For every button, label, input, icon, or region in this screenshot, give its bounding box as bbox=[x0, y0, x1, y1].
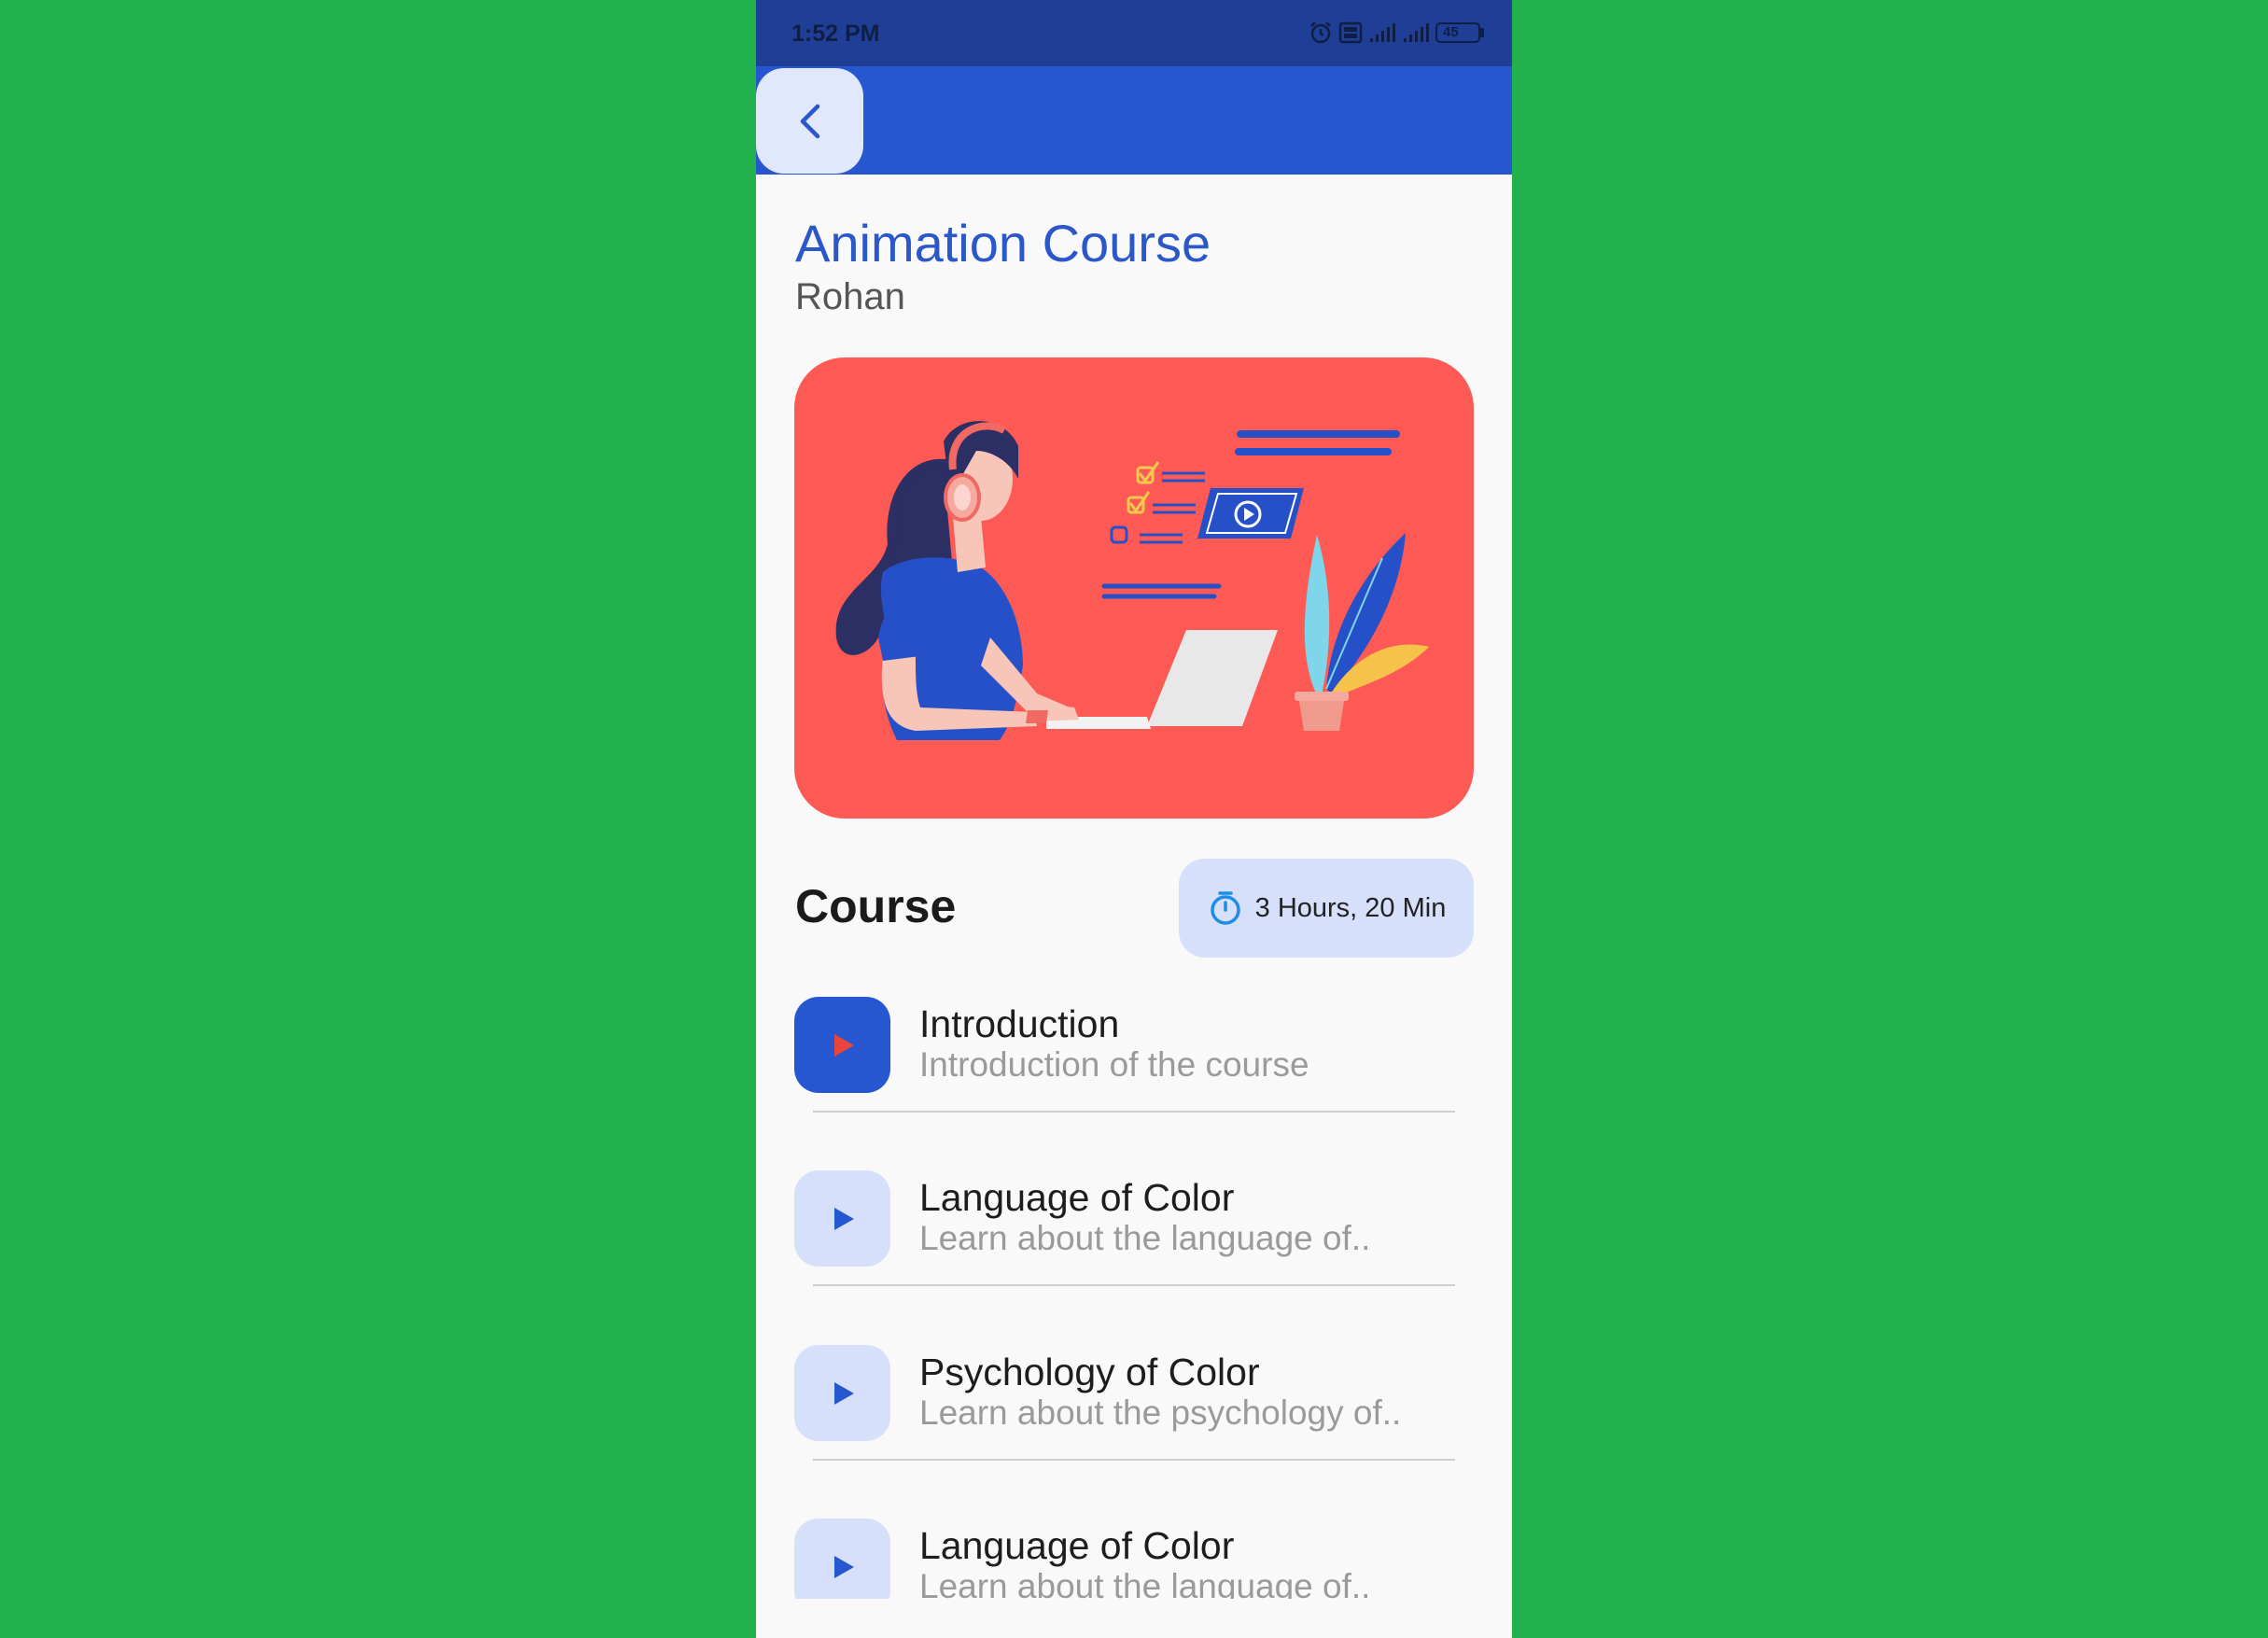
lesson-title: Psychology of Color bbox=[919, 1351, 1260, 1393]
list-clip-edge bbox=[756, 1599, 1512, 1638]
lesson-item-introduction[interactable]: Introduction Introduction of the course bbox=[794, 997, 1474, 1170]
plant-graphic bbox=[1295, 533, 1429, 731]
play-button[interactable] bbox=[794, 1345, 890, 1441]
play-icon bbox=[833, 1381, 854, 1405]
app-bar bbox=[756, 66, 1512, 175]
play-icon bbox=[833, 1033, 854, 1057]
back-button[interactable] bbox=[756, 68, 863, 174]
course-title: Animation Course bbox=[795, 214, 1211, 273]
stopwatch-icon bbox=[1210, 891, 1240, 925]
duration-text: 3 Hours, 20 Min bbox=[1254, 892, 1447, 923]
course-illustration bbox=[794, 357, 1474, 819]
play-button[interactable] bbox=[794, 997, 890, 1093]
duration-chip: 3 Hours, 20 Min bbox=[1179, 859, 1474, 958]
chevron-left-icon bbox=[800, 104, 819, 138]
lesson-subtitle: Learn about the language of.. bbox=[919, 1219, 1371, 1257]
play-button[interactable] bbox=[794, 1170, 890, 1267]
signal-icon-2 bbox=[1404, 23, 1429, 42]
phone-screen: 1:52 PM 45 Animation Course Rohan Course… bbox=[756, 0, 1512, 1638]
course-author: Rohan bbox=[795, 276, 905, 317]
status-icons: 45 bbox=[1309, 19, 1484, 47]
volte-icon bbox=[1338, 21, 1363, 44]
divider bbox=[813, 1284, 1455, 1286]
alarm-icon bbox=[1310, 21, 1331, 44]
laptop bbox=[1147, 630, 1278, 726]
lesson-title: Introduction bbox=[919, 1002, 1120, 1045]
lesson-item-psychology-of-color[interactable]: Psychology of Color Learn about the psyc… bbox=[794, 1345, 1474, 1519]
lesson-item-language-of-color[interactable]: Language of Color Learn about the langua… bbox=[794, 1170, 1474, 1344]
lesson-subtitle: Introduction of the course bbox=[919, 1045, 1309, 1084]
play-icon bbox=[833, 1207, 854, 1230]
battery-icon: 45 bbox=[1435, 22, 1484, 43]
divider bbox=[813, 1111, 1455, 1113]
play-icon bbox=[833, 1555, 854, 1578]
lesson-subtitle: Learn about the psychology of.. bbox=[919, 1393, 1402, 1432]
battery-level: 45 bbox=[1443, 24, 1459, 40]
lesson-title: Language of Color bbox=[919, 1524, 1235, 1567]
status-time: 1:52 PM bbox=[791, 21, 880, 47]
checklist-graphic bbox=[1110, 461, 1205, 544]
divider bbox=[813, 1459, 1455, 1461]
signal-icon bbox=[1370, 23, 1395, 42]
lesson-title: Language of Color bbox=[919, 1176, 1235, 1219]
video-card-graphic bbox=[1197, 488, 1304, 539]
status-bar: 1:52 PM 45 bbox=[756, 0, 1512, 66]
section-label: Course bbox=[795, 880, 957, 932]
